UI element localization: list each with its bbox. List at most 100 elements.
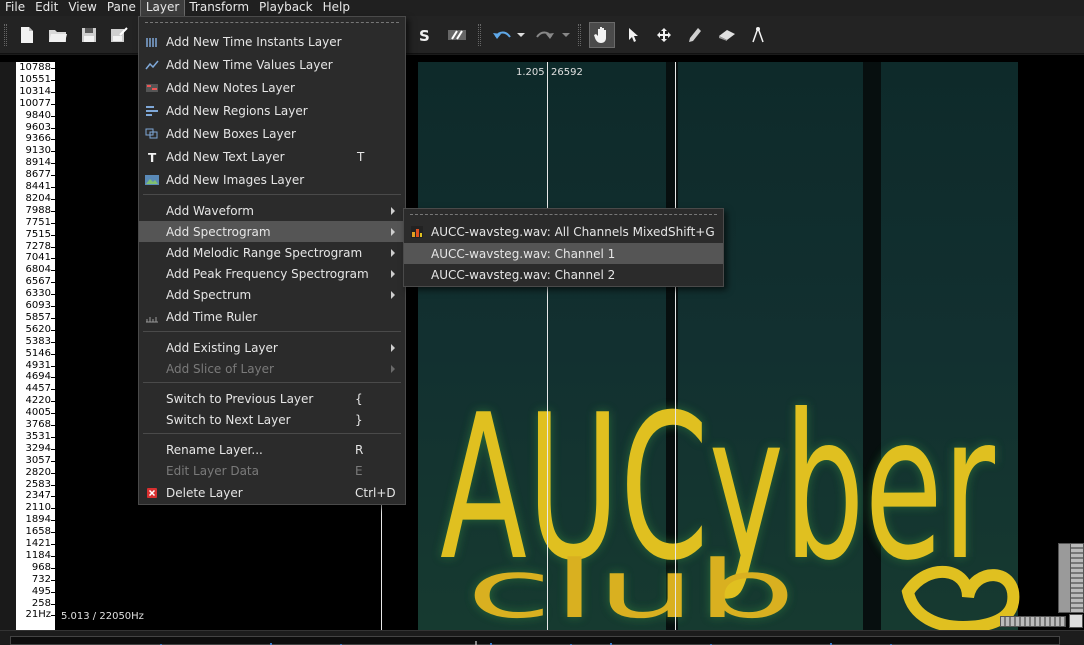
menu-item-add-spectrogram[interactable]: Add Spectrogram (139, 221, 405, 242)
spectrogram-image: AUCyber club AUCyber club (418, 62, 1044, 630)
frequency-tick-label: 732 (31, 573, 51, 585)
redo-icon[interactable] (532, 22, 558, 48)
menu-item-switch-to-next-layer[interactable]: Switch to Next Layer } (139, 409, 405, 430)
menu-help[interactable]: Help (318, 0, 355, 16)
frequency-tick-label: 6330 (25, 288, 51, 300)
spectrogram-submenu: AUCC-wavsteg.wav: All Channels Mixed Shi… (403, 208, 724, 287)
frequency-tick-mark (51, 377, 55, 379)
frequency-tick-label: 8204 (25, 192, 51, 204)
menu-item-add-spectrum[interactable]: Add Spectrum (139, 284, 405, 305)
frequency-tick-mark (51, 151, 55, 153)
menu-item-add-peak-frequency-spectrogram[interactable]: Add Peak Frequency Spectrogram (139, 263, 405, 284)
frequency-tick-label: 8441 (25, 181, 51, 192)
zoom-reset-button[interactable] (1069, 614, 1083, 628)
menu-item-delete-layer[interactable]: Delete Layer Ctrl+D (139, 482, 405, 503)
frequency-tick-label: 7751 (25, 216, 51, 228)
toolbar-grip[interactable] (4, 24, 7, 46)
submenu-arrow-icon (391, 269, 395, 278)
frequency-tick-mark (51, 579, 55, 581)
solo-icon[interactable]: S (413, 22, 439, 48)
move-icon[interactable] (651, 22, 677, 48)
toolbar-grip[interactable] (478, 24, 481, 46)
horizontal-zoom-wheel[interactable] (1000, 616, 1066, 627)
menu-item-switch-to-previous-layer[interactable]: Switch to Previous Layer { (139, 388, 405, 409)
menu-item-add-notes-layer[interactable]: Add New Notes Layer (139, 77, 405, 98)
frequency-tick-mark (51, 567, 55, 569)
frequency-tick-label: 4694 (25, 371, 51, 383)
menu-item-add-waveform[interactable]: Add Waveform (139, 200, 405, 221)
frequency-tick-mark (51, 210, 55, 212)
submenu-item-channel-1[interactable]: AUCC-wavsteg.wav: Channel 1 (404, 243, 723, 264)
frequency-tick-mark (51, 341, 55, 343)
frequency-tick-label: 5857 (25, 311, 51, 323)
submenu-item-channel-2[interactable]: AUCC-wavsteg.wav: Channel 2 (404, 264, 723, 285)
align-icon[interactable] (444, 22, 470, 48)
dropdown-icon[interactable] (514, 22, 528, 48)
draw-pencil-icon[interactable] (682, 22, 708, 48)
frequency-tick-label: 5383 (25, 335, 51, 347)
measure-icon[interactable] (745, 22, 771, 48)
menu-separator (143, 382, 401, 383)
menu-transform[interactable]: Transform (184, 0, 254, 16)
menu-item-add-melodic-range-spectrogram[interactable]: Add Melodic Range Spectrogram (139, 242, 405, 263)
save-icon[interactable] (76, 22, 102, 48)
frequency-tick-label: 7988 (25, 204, 51, 216)
frequency-tick-label: 7278 (25, 240, 51, 252)
spectrogram-text: AUCyber club (440, 372, 1020, 630)
menu-item-add-time-values-layer[interactable]: Add New Time Values Layer (139, 54, 405, 75)
menu-item-add-time-instants-layer[interactable]: Add New Time Instants Layer (139, 31, 405, 52)
frequency-tick-mark (51, 270, 55, 272)
dropdown-icon[interactable] (559, 22, 573, 48)
new-file-icon[interactable] (14, 22, 40, 48)
open-folder-icon[interactable] (45, 22, 71, 48)
frequency-tick-label: 2820 (25, 466, 51, 478)
menu-tearoff[interactable] (145, 22, 399, 23)
menu-view[interactable]: View (63, 0, 101, 16)
notes-icon (145, 81, 159, 95)
frequency-tick-mark (51, 175, 55, 177)
frequency-tick-mark (51, 103, 55, 105)
frequency-tick-mark (51, 591, 55, 593)
menu-item-add-existing-layer[interactable]: Add Existing Layer (139, 337, 405, 358)
spectrogram-icon (410, 225, 424, 239)
menu-item-rename-layer[interactable]: Rename Layer... R (139, 439, 405, 460)
frequency-tick-label: 5620 (25, 323, 51, 335)
undo-icon[interactable] (489, 22, 515, 48)
svg-text:S: S (419, 28, 430, 42)
menu-layer[interactable]: Layer (139, 0, 186, 17)
toolbar-grip[interactable] (578, 24, 581, 46)
navigate-hand-icon[interactable] (589, 22, 615, 48)
menu-item-add-text-layer[interactable]: T Add New Text Layer T (139, 146, 405, 167)
frequency-tick-mark (51, 555, 55, 557)
menu-item-add-images-layer[interactable]: Add New Images Layer (139, 169, 405, 190)
frequency-tick-label: 9840 (25, 109, 51, 121)
cursor-frame-readout: 26592 (551, 67, 583, 78)
frequency-tick-mark (51, 163, 55, 165)
menu-edit[interactable]: Edit (30, 0, 63, 16)
svg-text:T: T (148, 151, 157, 163)
erase-icon[interactable] (714, 22, 740, 48)
menu-item-add-regions-layer[interactable]: Add New Regions Layer (139, 100, 405, 121)
menu-tearoff[interactable] (410, 214, 717, 215)
frequency-tick-label: 8914 (25, 157, 51, 169)
select-cursor-icon[interactable] (620, 22, 646, 48)
spectrogram-view[interactable]: AUCyber club AUCyber club (418, 62, 1044, 630)
vertical-zoom-wheel[interactable] (1070, 543, 1084, 613)
menu-item-add-time-ruler[interactable]: Add Time Ruler (139, 306, 405, 327)
submenu-item-all-channels-mixed[interactable]: AUCC-wavsteg.wav: All Channels Mixed Shi… (404, 221, 723, 242)
frequency-tick-mark (51, 532, 55, 534)
menu-item-add-boxes-layer[interactable]: Add New Boxes Layer (139, 123, 405, 144)
frequency-tick-mark (51, 520, 55, 522)
menu-pane[interactable]: Pane (102, 0, 141, 16)
frequency-tick-mark (51, 460, 55, 462)
frequency-tick-mark (51, 187, 55, 188)
frequency-tick-label: 9130 (25, 145, 51, 157)
frequency-tick-label: 8677 (25, 169, 51, 181)
time-instants-icon (145, 35, 159, 49)
menu-file[interactable]: File (0, 0, 30, 16)
menu-playback[interactable]: Playback (254, 0, 318, 16)
frequency-tick-mark (51, 91, 55, 93)
overview-waveform[interactable] (10, 636, 1060, 645)
save-as-icon[interactable] (106, 22, 132, 48)
frequency-tick-label: 1184 (25, 549, 51, 561)
